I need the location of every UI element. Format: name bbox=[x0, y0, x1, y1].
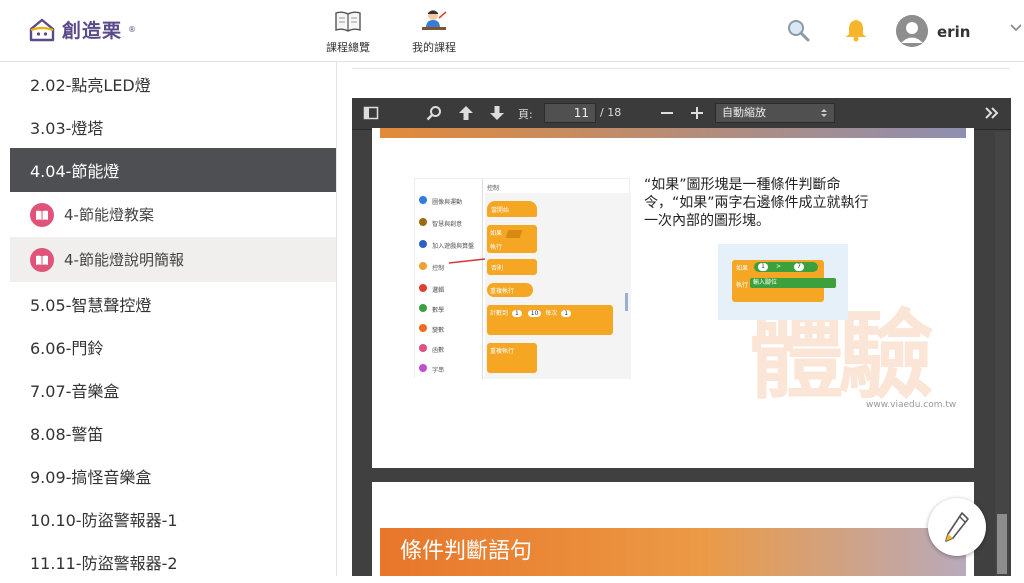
category-item: 邏輯 bbox=[419, 277, 444, 296]
previous-page-icon[interactable] bbox=[458, 105, 474, 121]
nav-label: 我的課程 bbox=[412, 41, 456, 54]
zoom-out-icon[interactable] bbox=[660, 105, 674, 121]
tools-menu-icon[interactable] bbox=[984, 105, 1000, 121]
category-item: 圖像與運動 bbox=[419, 189, 462, 208]
nav-label: 課程總覽 bbox=[326, 41, 370, 54]
sidebar-item-lesson[interactable]: 8.08-警笛 bbox=[10, 411, 336, 454]
pdf-toolbar: 頁: 11 / 18 自動縮放 bbox=[352, 98, 1011, 130]
pencil-icon bbox=[945, 512, 969, 542]
sidebar-item-lesson[interactable]: 3.03-燈塔 bbox=[10, 105, 336, 148]
sidebar-item-lesson[interactable]: 2.02-點亮LED燈 bbox=[10, 62, 336, 105]
sidebar-subitem-slides[interactable]: 4-節能燈說明簡報 bbox=[10, 237, 336, 282]
block-if-else: 否則 bbox=[487, 259, 537, 275]
student-desk-icon bbox=[422, 10, 447, 30]
username[interactable]: erin bbox=[937, 23, 970, 41]
sidebar-item-lesson-active[interactable]: 4.04-節能燈 bbox=[10, 148, 336, 192]
sidebar-item-lesson[interactable]: 5.05-智慧聲控燈 bbox=[10, 282, 336, 325]
select-arrows-icon bbox=[821, 109, 827, 117]
block-count-loop: 計數到 1 10 每次 1 bbox=[487, 305, 613, 335]
sidebar-item-label: 3.03-燈塔 bbox=[30, 118, 104, 138]
sidebar-item-label: 4-節能燈說明簡報 bbox=[64, 251, 184, 269]
block-if: 如果 執行 bbox=[487, 225, 537, 253]
content-divider bbox=[352, 68, 1010, 69]
sidebar-item-lesson[interactable]: 7.07-音樂盒 bbox=[10, 368, 336, 411]
sidebar-item-lesson[interactable]: 10.10-防盜警報器-1 bbox=[10, 497, 336, 540]
house-face-icon bbox=[29, 18, 55, 41]
sidebar-item-lesson[interactable]: 9.09-搞怪音樂盒 bbox=[10, 454, 336, 497]
page-number-input[interactable]: 11 bbox=[544, 103, 596, 123]
if-block-example: 如果 1 > 7 執行 輸入腳位 bbox=[718, 244, 848, 320]
pointer-arrow bbox=[448, 258, 486, 264]
book-icon bbox=[30, 202, 54, 227]
top-header: 創造栗 ® 課程總覽 我的課程 erin bbox=[0, 0, 1024, 62]
block-forever: 重複執行 bbox=[487, 343, 537, 373]
notification-bell-icon[interactable] bbox=[845, 18, 867, 42]
block-area: 當開始 如果 執行 否則 重複執行 計數到 1 10 每次 1 重複執行 bbox=[485, 193, 631, 379]
user-silhouette-icon bbox=[896, 15, 928, 47]
block-when-start: 當開始 bbox=[487, 201, 537, 217]
sidebar-item-label: 4-節能燈教案 bbox=[64, 206, 154, 224]
sidebar-item-label: 5.05-智慧聲控燈 bbox=[30, 295, 152, 315]
nav-my-courses[interactable]: 我的課程 bbox=[412, 8, 456, 55]
zoom-value: 自動縮放 bbox=[722, 106, 766, 119]
sidebar-item-label: 4.04-節能燈 bbox=[30, 162, 120, 181]
pdf-viewer: 頁: 11 / 18 自動縮放 體驗 www.viaedu.com.tw 圖像與… bbox=[352, 98, 1011, 576]
category-item: 字串 bbox=[419, 357, 444, 376]
block-repeat: 重複執行 bbox=[487, 283, 533, 297]
zoom-in-icon[interactable] bbox=[690, 105, 704, 121]
page-label: 頁: bbox=[518, 108, 533, 121]
sidebar-item-lesson[interactable]: 6.06-門鈴 bbox=[10, 325, 336, 368]
registered-mark: ® bbox=[128, 25, 137, 34]
page-total: / 18 bbox=[600, 106, 622, 119]
nav-course-overview[interactable]: 課程總覽 bbox=[326, 8, 370, 55]
category-item: 加入遊戲與算盤 bbox=[419, 233, 474, 252]
sidebar-item-label: 6.06-門鈴 bbox=[30, 338, 104, 358]
sidebar-item-label: 10.10-防盜警報器-1 bbox=[30, 510, 178, 530]
sidebar-subitem-lesson-plan[interactable]: 4-節能燈教案 bbox=[10, 192, 336, 237]
slide-header-band bbox=[380, 128, 966, 138]
search-icon[interactable] bbox=[786, 18, 810, 42]
category-item: 智慧與創意 bbox=[419, 211, 462, 230]
viewer-scrollbar[interactable] bbox=[995, 132, 1009, 576]
sidebar-item-lesson[interactable]: 11.11-防盜警報器-2 bbox=[10, 540, 336, 583]
category-item: 數學 bbox=[419, 297, 444, 316]
category-item-control: 控制 bbox=[419, 255, 444, 274]
category-list: 圖像與運動 智慧與創意 加入遊戲與算盤 控制 邏輯 數學 變數 函數 字串 bbox=[415, 179, 483, 379]
next-page-icon[interactable] bbox=[489, 105, 505, 121]
annotate-pencil-button[interactable] bbox=[928, 498, 986, 556]
sidebar-item-label: 7.07-音樂盒 bbox=[30, 381, 120, 401]
block-palette-image: 圖像與運動 智慧與創意 加入遊戲與算盤 控制 邏輯 數學 變數 函數 字串 控制… bbox=[414, 178, 631, 379]
chevron-down-icon[interactable] bbox=[1010, 24, 1022, 32]
category-item: 函數 bbox=[419, 337, 444, 356]
slide-description: “如果”圖形塊是一種條件判斷命令，“如果”兩字右邊條件成立就執行一次內部的圖形塊… bbox=[644, 177, 869, 229]
watermark: 體驗 bbox=[748, 300, 934, 412]
palette-header: 控制 bbox=[487, 185, 500, 192]
open-book-icon bbox=[335, 11, 361, 32]
example-inner-block: 輸入腳位 bbox=[750, 278, 836, 288]
watermark-url: www.viaedu.com.tw bbox=[866, 400, 957, 410]
palette-scrollbar bbox=[625, 293, 628, 311]
lesson-sidebar: 2.02-點亮LED燈 3.03-燈塔 4.04-節能燈 4-節能燈教案 4-節… bbox=[10, 62, 337, 576]
slide-title: 條件判斷語句 bbox=[380, 528, 966, 576]
book-icon bbox=[30, 247, 54, 272]
brand-name: 創造栗 bbox=[62, 20, 123, 42]
sidebar-item-label: 11.11-防盜警報器-2 bbox=[30, 553, 178, 573]
pdf-page: 條件判斷語句 bbox=[372, 482, 974, 576]
scroll-thumb[interactable] bbox=[997, 514, 1007, 574]
zoom-select[interactable]: 自動縮放 bbox=[715, 103, 835, 123]
brand-logo[interactable]: 創造栗 ® bbox=[28, 16, 136, 43]
pdf-page: 體驗 www.viaedu.com.tw 圖像與運動 智慧與創意 加入遊戲與算盤… bbox=[372, 128, 974, 468]
category-item: 變數 bbox=[419, 317, 444, 336]
sidebar-item-label: 2.02-點亮LED燈 bbox=[30, 75, 151, 95]
sidebar-toggle-icon[interactable] bbox=[363, 105, 379, 121]
sidebar-item-label: 8.08-警笛 bbox=[30, 424, 104, 444]
user-avatar[interactable] bbox=[896, 15, 928, 47]
example-if-block: 如果 1 > 7 執行 輸入腳位 bbox=[732, 260, 836, 302]
find-icon[interactable] bbox=[426, 105, 442, 121]
sidebar-item-label: 9.09-搞怪音樂盒 bbox=[30, 467, 152, 487]
